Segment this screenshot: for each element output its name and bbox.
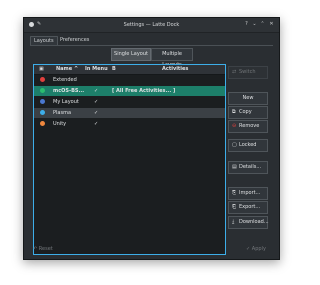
table-header: ▣ Name ^ In Menu B Activities <box>34 65 225 75</box>
layout-color-icon <box>40 88 45 93</box>
layout-color-icon <box>40 121 45 126</box>
layout-preview-icon: ▣ <box>39 66 44 72</box>
in-menu-check: ✓ <box>94 99 99 105</box>
export-button[interactable]: ⎗ Export... <box>228 201 268 214</box>
layouts-table: ▣ Name ^ In Menu B Activities Extended m… <box>33 64 226 255</box>
table-row[interactable]: Extended <box>34 75 225 85</box>
single-layout-button[interactable]: Single Layout <box>111 48 151 61</box>
table-row[interactable]: Unity ✓ <box>34 119 225 129</box>
layout-name: Plasma <box>53 110 72 116</box>
settings-window: ✎ Settings — Latte Dock ? ⌄ ⌃ ✕ Layouts … <box>23 17 280 260</box>
copy-icon: ⧉ <box>232 109 236 115</box>
layout-color-icon <box>40 110 45 115</box>
layout-name: mcOS-BS... <box>53 88 85 94</box>
download-icon: ⤓ <box>232 219 235 225</box>
details-button[interactable]: ▤ Details... <box>228 161 268 174</box>
header-activities-icon: B <box>112 66 116 72</box>
details-icon: ▤ <box>232 164 237 170</box>
help-button[interactable]: ? <box>243 21 250 28</box>
export-icon: ⎗ <box>232 204 237 210</box>
minimize-button[interactable]: ⌄ <box>251 21 258 28</box>
switch-button[interactable]: ⇄ Switch <box>228 66 268 79</box>
reset-button[interactable]: ↶ Reset <box>33 244 53 255</box>
close-button[interactable]: ✕ <box>268 21 275 28</box>
sort-ascending-icon: ^ <box>74 66 79 72</box>
new-button[interactable]: New <box>228 92 268 105</box>
tab-divider <box>30 45 273 46</box>
table-row[interactable]: mcOS-BS... ✓ [ All Free Activities... ] <box>34 86 225 96</box>
lock-icon: ▢ <box>232 142 237 148</box>
header-in-menu[interactable]: In Menu <box>85 65 108 74</box>
tab-preferences[interactable]: Preferences <box>57 36 92 44</box>
title-bar: ✎ Settings — Latte Dock ? ⌄ ⌃ ✕ <box>24 18 279 33</box>
table-row[interactable]: My Layout ✓ <box>34 97 225 107</box>
switch-icon: ⇄ <box>232 69 237 75</box>
locked-button[interactable]: ▢ Locked <box>228 139 268 152</box>
copy-button[interactable]: ⧉ Copy <box>228 106 268 119</box>
layout-color-icon <box>40 77 45 82</box>
in-menu-check: ✓ <box>94 88 99 94</box>
layout-color-icon <box>40 99 45 104</box>
tab-layouts[interactable]: Layouts <box>30 36 58 45</box>
layout-name: My Layout <box>53 99 79 105</box>
apply-button[interactable]: ✓ Apply <box>246 244 266 255</box>
remove-icon: ⊖ <box>232 123 237 129</box>
multiple-layouts-button[interactable]: Multiple Layouts <box>151 48 193 68</box>
maximize-button[interactable]: ⌃ <box>259 21 266 28</box>
layout-activities: [ All Free Activities... ] <box>112 88 176 94</box>
window-title: Settings — Latte Dock <box>123 22 180 28</box>
in-menu-check: ✓ <box>94 110 99 116</box>
header-name[interactable]: Name <box>56 65 72 74</box>
import-icon: ⎘ <box>232 190 237 196</box>
layout-name: Unity <box>53 121 67 127</box>
layout-name: Extended <box>53 77 77 83</box>
table-row[interactable]: Plasma ✓ <box>34 108 225 118</box>
download-button[interactable]: ⤓ Download... <box>228 216 269 229</box>
header-activities[interactable]: Activities <box>162 65 188 74</box>
remove-button[interactable]: ⊖ Remove <box>228 120 268 133</box>
import-button[interactable]: ⎘ Import... <box>228 187 268 200</box>
in-menu-check: ✓ <box>94 121 99 127</box>
